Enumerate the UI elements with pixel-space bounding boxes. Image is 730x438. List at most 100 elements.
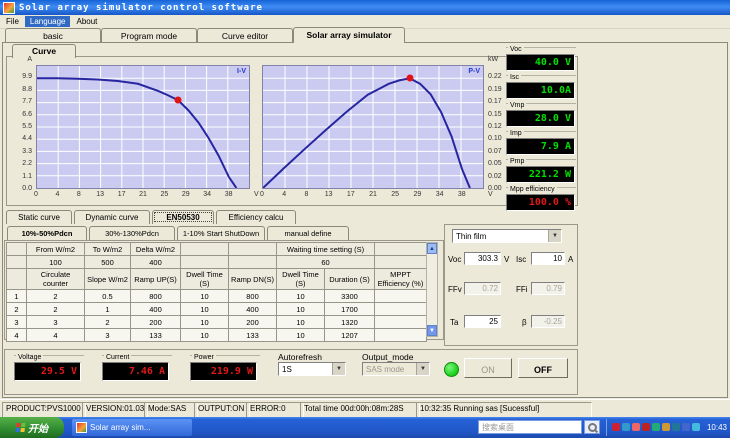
cell-to[interactable]: 500 bbox=[84, 255, 131, 269]
cell[interactable]: 800 bbox=[130, 289, 181, 303]
status-error: ERROR:0 bbox=[246, 402, 304, 418]
tab-en50530[interactable]: EN50530 bbox=[152, 210, 214, 224]
cell[interactable]: 800 bbox=[228, 289, 277, 303]
tab-static-curve[interactable]: Static curve bbox=[6, 210, 72, 224]
x-axis-tick: 8 bbox=[76, 191, 81, 198]
tray-icon[interactable] bbox=[672, 423, 680, 431]
cell[interactable]: 3 bbox=[26, 315, 85, 329]
tray-icon[interactable] bbox=[642, 423, 650, 431]
tray-icon[interactable] bbox=[662, 423, 670, 431]
cell[interactable]: 3 bbox=[84, 328, 131, 342]
cell[interactable]: 400 bbox=[228, 302, 277, 316]
chevron-down-icon[interactable]: ▼ bbox=[332, 363, 345, 375]
voc-input[interactable] bbox=[464, 252, 501, 265]
autorefresh-select[interactable]: 1S ▼ bbox=[278, 362, 346, 376]
menu-language[interactable]: Language bbox=[24, 16, 71, 27]
y-axis-tick: 6.6 bbox=[22, 110, 32, 118]
search-button[interactable] bbox=[584, 420, 600, 434]
cell[interactable]: 10 bbox=[276, 289, 325, 303]
cell[interactable]: 2 bbox=[26, 302, 85, 316]
pv-type-select[interactable]: Thin film ▼ bbox=[452, 229, 562, 243]
taskbar-app-button[interactable]: Solar array sim... bbox=[72, 419, 192, 436]
subtab-30-130-pdcn[interactable]: 30%-130%Pdcn bbox=[89, 226, 175, 240]
cell[interactable]: 1207 bbox=[324, 328, 375, 342]
taskbar-search-input[interactable] bbox=[478, 420, 582, 434]
subtab-manual-define[interactable]: manual define bbox=[267, 226, 349, 240]
readout-label: Pmp bbox=[508, 158, 527, 165]
cell bbox=[374, 255, 427, 269]
chevron-down-icon[interactable]: ▼ bbox=[548, 230, 561, 242]
cell[interactable]: 200 bbox=[130, 315, 181, 329]
cell[interactable]: 3300 bbox=[324, 289, 375, 303]
tab-solar-array-simulator[interactable]: Solar array simulator bbox=[293, 27, 405, 43]
ta-input[interactable] bbox=[464, 315, 501, 328]
cell[interactable]: 400 bbox=[130, 302, 181, 316]
y-axis-tick: 0.05 bbox=[488, 160, 502, 168]
tray-icon[interactable] bbox=[632, 423, 640, 431]
cell-from[interactable]: 100 bbox=[26, 255, 85, 269]
en50530-table: From W/m2 To W/m2 Delta W/m2 Waiting tim… bbox=[6, 242, 427, 342]
header-cell: Slope W/m2 bbox=[84, 268, 131, 290]
cell[interactable]: 2 bbox=[84, 315, 131, 329]
cell-waiting[interactable]: 60 bbox=[276, 255, 375, 269]
tray-icon[interactable] bbox=[652, 423, 660, 431]
isc-field-label: Isc bbox=[516, 255, 527, 264]
cell[interactable]: 10 bbox=[276, 302, 325, 316]
curve-subtab[interactable]: Curve bbox=[12, 44, 76, 58]
cell[interactable]: 2 bbox=[26, 289, 85, 303]
vmp-display: 28.0 V bbox=[506, 110, 575, 127]
on-button[interactable]: ON bbox=[464, 358, 512, 378]
tray-icon[interactable] bbox=[612, 423, 620, 431]
cell[interactable]: 10 bbox=[180, 302, 229, 316]
tray-divider bbox=[606, 419, 607, 436]
cell[interactable] bbox=[374, 328, 427, 342]
imp-display: 7.9 A bbox=[506, 138, 575, 155]
cell[interactable]: 133 bbox=[130, 328, 181, 342]
cell[interactable]: 133 bbox=[228, 328, 277, 342]
subtab-10-50-pdcn[interactable]: 10%-50%Pdcn bbox=[7, 226, 87, 240]
scroll-down-icon[interactable]: ▼ bbox=[427, 325, 437, 336]
off-button[interactable]: OFF bbox=[518, 358, 568, 378]
cell[interactable]: 10 bbox=[180, 315, 229, 329]
tray-icon[interactable] bbox=[622, 423, 630, 431]
tab-dynamic-curve[interactable]: Dynamic curve bbox=[74, 210, 150, 224]
cell[interactable] bbox=[374, 315, 427, 329]
cell[interactable]: 0.5 bbox=[84, 289, 131, 303]
table-scrollbar[interactable]: ▲ ▼ bbox=[426, 242, 438, 337]
voltage-meter: Voltage 29.5 V bbox=[14, 351, 84, 381]
cell[interactable] bbox=[374, 289, 427, 303]
cell[interactable]: 10 bbox=[180, 328, 229, 342]
status-total-time: Total time 00d:00h:08m:28S bbox=[300, 402, 420, 418]
cell[interactable]: 10 bbox=[276, 315, 325, 329]
x-axis-tick: 38 bbox=[457, 191, 466, 198]
cell[interactable] bbox=[374, 302, 427, 316]
cell[interactable]: 10 bbox=[180, 289, 229, 303]
cell[interactable]: 1320 bbox=[324, 315, 375, 329]
cell-delta[interactable]: 400 bbox=[130, 255, 181, 269]
tray-icon[interactable] bbox=[682, 423, 690, 431]
start-button[interactable]: 开始 bbox=[0, 417, 64, 438]
header-cell bbox=[6, 242, 27, 256]
x-axis-tick: 13 bbox=[96, 191, 105, 198]
cell[interactable]: 4 bbox=[26, 328, 85, 342]
tab-program-mode[interactable]: Program mode bbox=[101, 28, 197, 42]
voc-display: 40.0 V bbox=[506, 54, 575, 71]
cell[interactable]: 10 bbox=[276, 328, 325, 342]
cell[interactable]: 1700 bbox=[324, 302, 375, 316]
iv-plot-area: I-V bbox=[36, 65, 250, 189]
tray-icon[interactable] bbox=[692, 423, 700, 431]
tab-basic[interactable]: basic bbox=[5, 28, 101, 42]
tab-efficiency-calcu[interactable]: Efficiency calcu bbox=[216, 210, 296, 224]
current-display: 7.46 A bbox=[102, 362, 169, 381]
cell bbox=[228, 255, 277, 269]
isc-input[interactable] bbox=[531, 252, 565, 265]
tab-curve-editor[interactable]: Curve editor bbox=[197, 28, 293, 42]
scroll-up-icon[interactable]: ▲ bbox=[427, 243, 437, 254]
menu-about[interactable]: About bbox=[71, 16, 102, 27]
subtab-start-shutdown[interactable]: 1-10% Start ShutDown bbox=[177, 226, 265, 240]
cell[interactable]: 1 bbox=[84, 302, 131, 316]
menu-file[interactable]: File bbox=[1, 16, 24, 27]
app-icon bbox=[76, 422, 87, 433]
cell[interactable]: 200 bbox=[228, 315, 277, 329]
y-axis-tick: 3.3 bbox=[22, 147, 32, 155]
